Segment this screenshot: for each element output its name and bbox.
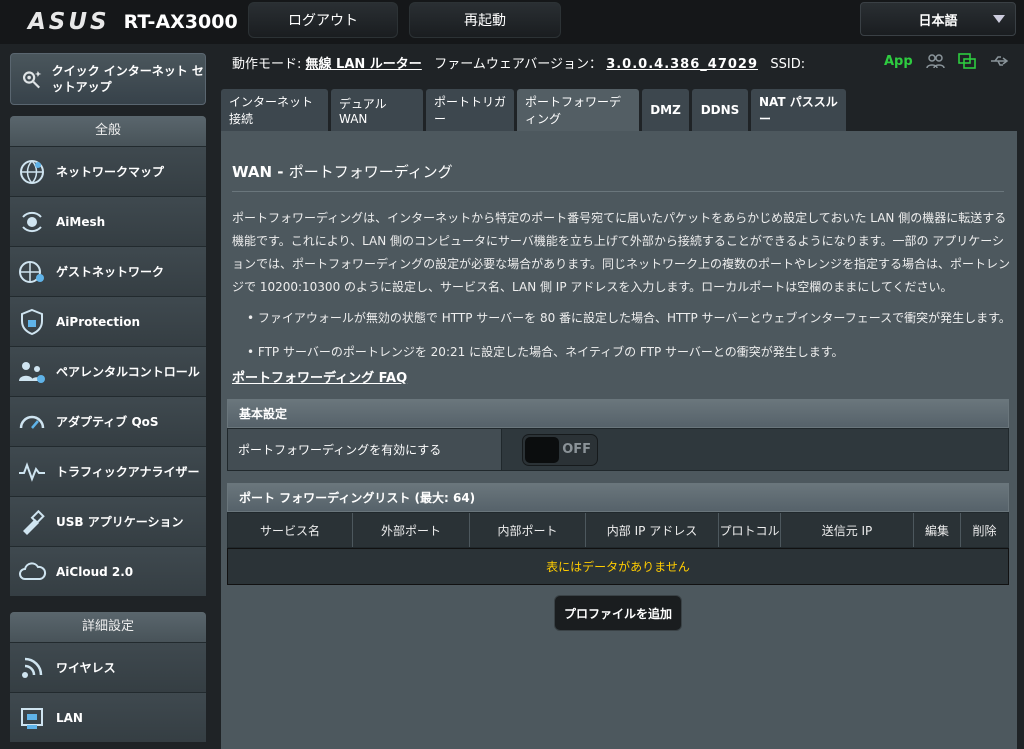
advanced-menu: 詳細設定 ワイヤレス LAN — [10, 612, 206, 742]
mode-link[interactable]: 無線 LAN ルーター — [306, 57, 422, 72]
network-map-icon — [16, 156, 48, 188]
status-bar: 動作モード: 無線 LAN ルーター ファームウェアバージョン： 3.0.0.4… — [232, 53, 805, 72]
table-header: サービス名 外部ポート 内部ポート 内部 IP アドレス プロトコル 送信元 I… — [227, 512, 1009, 548]
sidebar-item-aimesh[interactable]: AiMesh — [10, 196, 206, 246]
tab-ddns[interactable]: DDNS — [692, 89, 748, 131]
firmware-label: ファームウェアバージョン： — [434, 57, 603, 72]
asus-logo: ASUS — [28, 9, 110, 35]
sidebar-item-label: AiMesh — [56, 214, 106, 229]
description-text: ポートフォワーディングは、インターネットから特定のポート番号宛てに届いたパケット… — [232, 211, 1010, 294]
col-external-port: 外部ポート — [353, 513, 470, 547]
top-bar: ASUS RT-AX3000 ログアウト 再起動 日本語 — [0, 0, 1024, 44]
language-value: 日本語 — [918, 13, 958, 29]
main-panel: WAN - ポートフォワーディング ポートフォワーディングは、インターネットから… — [221, 131, 1017, 749]
quick-setup-button[interactable]: クイック インターネット セットアップ — [10, 53, 206, 105]
tab-dmz[interactable]: DMZ — [642, 89, 689, 131]
sidebar-item-label: アダプティブ QoS — [56, 415, 159, 429]
sidebar-item-wireless[interactable]: ワイヤレス — [10, 642, 206, 692]
usb-status-icon[interactable] — [989, 52, 1009, 70]
language-select[interactable]: 日本語 — [860, 2, 1016, 36]
enable-row: ポートフォワーディングを有効にする OFF — [227, 428, 1009, 471]
sidebar-item-label: ペアレンタルコントロール — [56, 365, 200, 379]
general-header: 全般 — [10, 116, 206, 146]
gear-wand-icon — [22, 71, 42, 89]
shield-icon — [16, 306, 48, 338]
note-http-text: ファイアウォールが無効の状態で HTTP サーバーを 80 番に設定した場合、H… — [257, 311, 1011, 325]
tab-dual-wan[interactable]: デュアル WAN — [331, 89, 423, 131]
quick-setup-label: クイック インターネット セットアップ — [51, 64, 204, 94]
wireless-icon — [16, 652, 48, 684]
add-profile-button[interactable]: プロファイルを追加 — [554, 595, 682, 631]
title-divider — [232, 191, 1004, 192]
general-menu: 全般 ネットワークマップ AiMesh ゲストネットワーク AiProtecti… — [10, 116, 206, 596]
mode-label: 動作モード: — [232, 57, 302, 72]
sidebar-item-label: ゲストネットワーク — [56, 265, 165, 279]
sidebar-item-usb-application[interactable]: USB アプリケーション — [10, 496, 206, 546]
note-ftp-text: FTP サーバーのポートレンジを 20:21 に設定した場合、ネイティブの FT… — [257, 345, 844, 359]
enable-label: ポートフォワーディングを有効にする — [228, 429, 502, 470]
sidebar-item-network-map[interactable]: ネットワークマップ — [10, 146, 206, 196]
tab-bar: インターネット接続 デュアル WAN ポートトリガー ポートフォワーディング D… — [221, 89, 846, 131]
clients-icon[interactable] — [925, 52, 945, 70]
sidebar-item-label: ネットワークマップ — [56, 165, 165, 179]
ssid-label: SSID: — [770, 57, 806, 72]
sidebar-item-adaptive-qos[interactable]: アダプティブ QoS — [10, 396, 206, 446]
sidebar-item-traffic-analyzer[interactable]: トラフィックアナライザー — [10, 446, 206, 496]
aimesh-icon — [16, 206, 48, 238]
note-ftp: • FTP サーバーのポートレンジを 20:21 に設定した場合、ネイティブの … — [247, 345, 844, 359]
guest-network-icon — [16, 256, 48, 288]
network-status-icon[interactable] — [957, 52, 977, 70]
firmware-link[interactable]: 3.0.0.4.386_47029 — [606, 57, 758, 72]
sidebar-item-lan[interactable]: LAN — [10, 692, 206, 742]
sidebar-item-label: トラフィックアナライザー — [56, 465, 200, 479]
tab-port-trigger[interactable]: ポートトリガー — [426, 89, 514, 131]
basic-settings-section: 基本設定 ポートフォワーディングを有効にする OFF — [227, 399, 1009, 471]
sidebar-item-label: AiCloud 2.0 — [56, 564, 134, 579]
sidebar-item-label: AiProtection — [56, 314, 140, 329]
enable-toggle[interactable]: OFF — [522, 433, 598, 466]
reboot-button[interactable]: 再起動 — [409, 2, 561, 38]
basic-settings-header: 基本設定 — [227, 399, 1009, 428]
title-prefix: WAN - — [232, 163, 289, 181]
sidebar-item-label: ワイヤレス — [56, 661, 116, 675]
sidebar-item-guest-network[interactable]: ゲストネットワーク — [10, 246, 206, 296]
gauge-icon — [16, 406, 48, 438]
chevron-down-icon — [993, 15, 1005, 23]
advanced-header: 詳細設定 — [10, 612, 206, 642]
col-edit: 編集 — [914, 513, 961, 547]
col-service-name: サービス名 — [228, 513, 353, 547]
parental-control-icon — [16, 356, 48, 388]
sidebar-item-label: LAN — [56, 710, 83, 725]
cloud-icon — [16, 556, 48, 588]
col-internal-ip: 内部 IP アドレス — [586, 513, 719, 547]
col-delete: 削除 — [972, 523, 997, 538]
forwarding-list-section: ポート フォワーディングリスト (最大: 64) サービス名 外部ポート 内部ポ… — [227, 483, 1009, 585]
app-link[interactable]: App — [884, 54, 913, 69]
model-name: RT-AX3000 — [123, 11, 238, 33]
sidebar-item-parental-control[interactable]: ペアレンタルコントロール — [10, 346, 206, 396]
note-http: • ファイアウォールが無効の状態で HTTP サーバーを 80 番に設定した場合… — [247, 311, 1011, 325]
sidebar-item-aiprotection[interactable]: AiProtection — [10, 296, 206, 346]
tab-nat-passthrough[interactable]: NAT パススルー — [751, 89, 846, 131]
toggle-knob — [525, 436, 559, 463]
usb-icon — [16, 506, 48, 538]
empty-table-message: 表にはデータがありません — [227, 548, 1009, 585]
faq-link[interactable]: ポートフォワーディング FAQ — [232, 367, 407, 386]
traffic-icon — [16, 456, 48, 488]
page-title: WAN - ポートフォワーディング — [232, 161, 453, 182]
status-icons: App — [884, 52, 1009, 70]
sidebar-item-aicloud[interactable]: AiCloud 2.0 — [10, 546, 206, 596]
col-source-ip: 送信元 IP — [781, 513, 914, 547]
col-internal-port: 内部ポート — [470, 513, 586, 547]
col-protocol: プロトコル — [719, 513, 781, 547]
toggle-state: OFF — [562, 441, 591, 457]
lan-icon — [16, 702, 48, 734]
tab-port-forwarding[interactable]: ポートフォワーディング — [517, 89, 639, 131]
list-header: ポート フォワーディングリスト (最大: 64) — [227, 483, 1009, 512]
logout-button[interactable]: ログアウト — [248, 2, 398, 38]
title-text: ポートフォワーディング — [288, 163, 453, 181]
brand: ASUS RT-AX3000 — [28, 9, 238, 35]
sidebar-item-label: USB アプリケーション — [56, 515, 184, 529]
tab-internet-connection[interactable]: インターネット接続 — [221, 89, 328, 131]
